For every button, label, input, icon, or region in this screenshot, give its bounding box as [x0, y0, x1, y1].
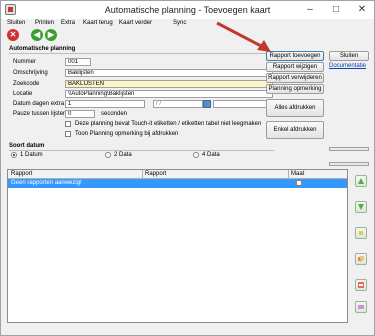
status-field-1: [329, 147, 369, 151]
radio-4-data[interactable]: [193, 152, 199, 158]
export-button[interactable]: [355, 227, 367, 239]
nummer-label: Nummer: [13, 59, 37, 65]
radio-2-data-label: 2 Data: [114, 152, 132, 158]
application-window: Automatische planning - Toevoegen kaart …: [0, 0, 375, 336]
menu-bar: Sluiten Printen Extra Kaart terug Kaart …: [1, 19, 374, 29]
radio-1-datum[interactable]: [11, 152, 17, 158]
documentatie-link[interactable]: Documentatie: [329, 63, 366, 69]
radio-1-datum-label: 1 Datum: [20, 152, 43, 158]
menu-sluiten[interactable]: Sluiten: [7, 20, 25, 26]
rapport-wijzigen-button[interactable]: Rapport wijzigen: [266, 62, 324, 72]
toon-opmerking-checkbox-label: Toon Planning opmerking bij afdrukken: [75, 131, 179, 137]
maximize-button[interactable]: □: [323, 1, 349, 19]
calendar-icon[interactable]: [203, 100, 211, 108]
pauze-label: Pauze tussen lijsten: [13, 111, 67, 117]
locatie-field[interactable]: \\AutoPlanning\Baklijsten: [65, 90, 273, 98]
datum-dagen-field[interactable]: 1: [65, 100, 145, 108]
datum-extra-field[interactable]: [213, 100, 273, 108]
move-down-icon: [358, 204, 364, 210]
grid-col-maat[interactable]: Maat: [291, 171, 304, 177]
planning-group-title: Automatische planning: [9, 46, 76, 52]
menu-kaart-verder[interactable]: Kaart verder: [119, 20, 152, 26]
pauze-field[interactable]: 0: [65, 110, 95, 118]
toon-opmerking-checkbox[interactable]: [65, 131, 71, 137]
copy-icon: [358, 256, 364, 261]
import-icon: [358, 282, 364, 288]
radio-2-data[interactable]: [105, 152, 111, 158]
touchit-checkbox[interactable]: [65, 121, 71, 127]
grid-col-rapport-1[interactable]: Rapport: [11, 171, 32, 177]
import-button[interactable]: [355, 279, 367, 291]
grid-cell-maat-checkbox[interactable]: [296, 180, 302, 186]
move-up-button[interactable]: [355, 175, 367, 187]
table-row[interactable]: Geen rapporten aanwezig!: [8, 179, 347, 188]
grid-col-divider: [142, 170, 143, 179]
status-field-2: [329, 162, 369, 166]
grid-header: Rapport Rapport Maat: [8, 170, 347, 179]
menu-extra[interactable]: Extra: [61, 20, 75, 26]
datum-date-field[interactable]: / /: [153, 100, 203, 108]
forward-arrow-icon[interactable]: ▶: [45, 29, 57, 41]
title-bar: Automatische planning - Toevoegen kaart …: [1, 1, 374, 19]
menu-sync[interactable]: Sync: [173, 20, 186, 26]
zoekcode-field[interactable]: BAKLIJSTEN: [65, 80, 273, 88]
rapport-grid[interactable]: Rapport Rapport Maat Geen rapporten aanw…: [7, 169, 348, 323]
datum-dagen-label: Datum dagen extra: [13, 101, 65, 107]
omschrijving-field[interactable]: Baklijsten: [65, 69, 273, 77]
planning-opmerking-button[interactable]: Planning opmerking: [266, 84, 324, 94]
menu-kaart-terug[interactable]: Kaart terug: [83, 20, 113, 26]
alles-afdrukken-button[interactable]: Alles afdrukken: [266, 99, 324, 117]
annotation-arrow-icon: [216, 21, 271, 52]
grid-col-rapport-2[interactable]: Rapport: [145, 171, 166, 177]
grid-cell-rapport: Geen rapporten aanwezig!: [11, 180, 82, 186]
rapport-verwijderen-button[interactable]: Rapport verwijderen: [266, 73, 324, 83]
soort-datum-divider: [9, 150, 274, 151]
move-down-button[interactable]: [355, 201, 367, 213]
export-icon: [359, 231, 363, 235]
settings-icon: [358, 305, 364, 309]
grid-col-divider: [288, 170, 289, 179]
enkel-afdrukken-button[interactable]: Enkel afdrukken: [266, 121, 324, 139]
radio-4-data-label: 4 Data: [202, 152, 220, 158]
pauze-unit-label: seconden: [101, 111, 128, 117]
copy-button[interactable]: [355, 253, 367, 265]
move-up-icon: [358, 178, 364, 184]
minimize-button[interactable]: –: [297, 1, 323, 19]
zoekcode-label: Zoekcode: [13, 81, 40, 87]
back-arrow-icon[interactable]: ◀: [31, 29, 43, 41]
settings-button[interactable]: [355, 301, 367, 313]
sluiten-button[interactable]: Sluiten: [329, 51, 369, 61]
soort-datum-title: Soort datum: [9, 143, 45, 149]
cancel-icon[interactable]: ✕: [7, 29, 19, 41]
nummer-field[interactable]: 001: [65, 58, 91, 66]
omschrijving-label: Omschrijving: [13, 70, 48, 76]
locatie-label: Locatie: [13, 91, 33, 97]
menu-printen[interactable]: Printen: [35, 20, 54, 26]
touchit-checkbox-label: Deze planning bevat Touch-it etiketten /…: [75, 121, 262, 127]
close-button[interactable]: ✕: [349, 1, 375, 19]
